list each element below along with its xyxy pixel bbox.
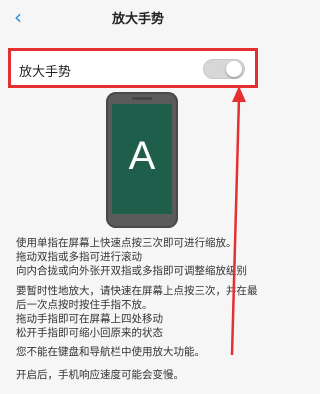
- instruction-line: 向内合拢或向外张开双指或多指即可调整缩放级别: [16, 265, 247, 277]
- instructions-block-2: 要暂时性地放大，请快速在屏幕上点按三次，并在最 后一次点按时按住手指不放。 拖动…: [16, 284, 264, 340]
- setting-label: 放大手势: [19, 65, 72, 80]
- note-keyboard: 您不能在键盘和导航栏中使用放大功能。: [16, 345, 264, 359]
- instruction-line: 松开手指即可缩小回原来的状态: [16, 327, 163, 339]
- phone-screen: A: [112, 104, 172, 214]
- magnification-gesture-setting-row[interactable]: 放大手势: [8, 48, 258, 88]
- phone-preview-illustration: A: [106, 92, 178, 228]
- arrow-head: [232, 86, 246, 102]
- phone-speaker: [132, 97, 152, 100]
- preview-letter: A: [128, 134, 156, 178]
- instructions-block-1: 使用单指在屏幕上快速点按三次即可进行缩放。 拖动双指或多指可进行滚动 向内合拢或…: [16, 236, 264, 278]
- instruction-line: 拖动双指或多指可进行滚动: [16, 251, 142, 263]
- note-text: 您不能在键盘和导航栏中使用放大功能。: [16, 346, 205, 358]
- instruction-line: 后一次点按时按住手指不放。: [16, 299, 153, 311]
- instruction-line: 拖动手指即可在屏幕上四处移动: [16, 313, 163, 325]
- magnification-toggle[interactable]: [203, 59, 245, 79]
- page-title: 放大手势: [111, 12, 164, 27]
- note-performance: 开启后，手机响应速度可能会变慢。: [16, 368, 264, 382]
- instruction-line: 使用单指在屏幕上快速点按三次即可进行缩放。: [16, 237, 237, 249]
- toggle-knob: [226, 61, 242, 77]
- instruction-line: 要暂时性地放大，请快速在屏幕上点按三次，并在最: [16, 285, 258, 297]
- top-bar: ‹ 放大手势: [0, 0, 276, 34]
- note-text: 开启后，手机响应速度可能会变慢。: [16, 369, 184, 381]
